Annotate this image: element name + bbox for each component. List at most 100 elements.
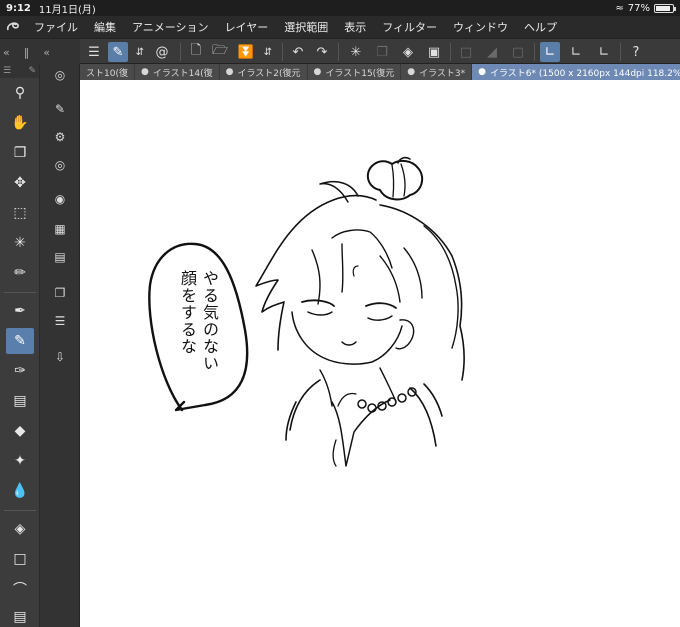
eyedropper-icon[interactable]: ✏	[6, 260, 34, 286]
menu-file[interactable]: ファイル	[26, 19, 86, 35]
pen-settings-icon[interactable]: ⚙	[49, 126, 71, 148]
menu-help[interactable]: ヘルプ	[516, 19, 565, 35]
battery-fill	[656, 5, 670, 11]
document-tab[interactable]: ● イラスト2(復元	[220, 64, 308, 80]
status-date: 11月1日(月)	[38, 4, 96, 16]
move-icon[interactable]: ✥	[6, 170, 34, 196]
menu-edit[interactable]: 編集	[86, 19, 124, 35]
layer-icon[interactable]: ▢	[508, 42, 528, 62]
new-file-icon[interactable]: 🗋	[186, 42, 206, 62]
layers-icon[interactable]: ☰	[49, 310, 71, 332]
panel-grip-icon[interactable]: ‖	[21, 46, 33, 59]
save-icon[interactable]: ⏬	[236, 42, 256, 62]
brush-ruler-icon[interactable]: ∟	[566, 42, 586, 62]
menu-layer[interactable]: レイヤー	[217, 19, 277, 35]
fill-bucket-icon[interactable]: ◈	[6, 516, 34, 542]
menu-selection[interactable]: 選択範囲	[276, 19, 336, 35]
up-down-arrows-icon[interactable]: ⇵	[258, 42, 278, 62]
quick-access-icon[interactable]: ✎	[108, 42, 128, 62]
collapse-left-icon[interactable]: «	[0, 46, 13, 59]
brush-icon[interactable]: ✑	[6, 358, 34, 384]
toolbar-divider	[534, 43, 535, 61]
fill-icon[interactable]: ◈	[398, 42, 418, 62]
loading-icon[interactable]: ✳	[346, 42, 366, 62]
toolbar-divider	[180, 43, 181, 61]
menu-filter[interactable]: フィルター	[374, 19, 445, 35]
curve-icon[interactable]: ⌒	[6, 576, 34, 602]
open-folder-icon[interactable]: 🗁	[210, 42, 230, 62]
hand-icon[interactable]: ✋	[6, 110, 34, 136]
tool-palette: ☰ ✎ ⚲ ✋ ❐ ✥ ⬚ ✳ ✏ ✒ ✎ ✑ ▤ ◆ ✦ 💧 ◈ □ ⌒ ▤	[0, 64, 40, 627]
airbrush-icon[interactable]: ▤	[6, 388, 34, 414]
menu-animation[interactable]: アニメーション	[124, 19, 217, 35]
help-icon[interactable]: ?	[626, 42, 646, 62]
app-logo-icon[interactable]	[0, 16, 26, 38]
pen-layer-icon[interactable]: ✎	[49, 98, 71, 120]
cloak	[285, 379, 321, 441]
ruler-icon[interactable]: ▤	[6, 604, 34, 627]
wifi-icon: ≈	[615, 2, 624, 14]
up-down-arrows-icon[interactable]: ⇵	[130, 42, 150, 62]
pencil-icon[interactable]: ✎	[6, 328, 34, 354]
tab-label: イラスト3*	[419, 68, 466, 79]
ruler-active-icon[interactable]: ∟	[540, 42, 560, 62]
blend-icon[interactable]: 💧	[6, 478, 34, 504]
sketch-drawing	[148, 156, 465, 467]
speech-line: 顔をするな	[178, 270, 197, 355]
document-tab[interactable]: ● イラスト15(復元	[308, 64, 402, 80]
tab-label: イラスト14(復	[152, 68, 213, 79]
magic-wand-icon[interactable]: ✳	[6, 230, 34, 256]
document-tab[interactable]: ● イラスト3*	[401, 64, 473, 80]
tab-dot-icon: ●	[140, 67, 149, 77]
undo-icon[interactable]: ↶	[288, 42, 308, 62]
toolbar-divider	[620, 43, 621, 61]
target-icon[interactable]: ◎	[49, 64, 71, 86]
document-tab-active[interactable]: ● イラスト6* (1500 x 2160px 144dpi 118.2%)	[472, 64, 680, 80]
pen-icon[interactable]: ✒	[6, 298, 34, 324]
face-outline	[291, 311, 403, 365]
color-set-icon[interactable]: ▦	[49, 218, 71, 240]
command-bar: « ‖ « ☰ ✎ ⇵ @ 🗋 🗁 ⏬ ⇵ ↶ ↷ ✳ ❐ ◈ ▣ □ ◢ ▢ …	[0, 38, 680, 65]
material-icon[interactable]: ❐	[49, 282, 71, 304]
menu-view[interactable]: 表示	[336, 19, 374, 35]
battery-icon	[654, 3, 676, 13]
pumpkin-ornament	[366, 159, 424, 201]
crop-icon[interactable]: ▣	[424, 42, 444, 62]
pen-target-icon[interactable]: ◎	[49, 154, 71, 176]
eraser-icon[interactable]: ◆	[6, 418, 34, 444]
panel-controls: « ‖ «	[0, 39, 80, 65]
menu-icon[interactable]: ☰	[84, 42, 104, 62]
toolbar-divider	[282, 43, 283, 61]
battery-percent: 77%	[627, 2, 650, 14]
zoom-icon[interactable]: ⚲	[6, 80, 34, 106]
shape-icon[interactable]: □	[6, 546, 34, 572]
selection-icon[interactable]: ⬚	[6, 200, 34, 226]
transform-icon[interactable]: □	[456, 42, 476, 62]
drawing-canvas[interactable]: やる気のない 顔をするな	[80, 80, 680, 627]
status-time: 9:12	[6, 2, 31, 14]
document-tab[interactable]: スト10(復	[80, 64, 135, 80]
angle-ruler-icon[interactable]: ∟	[594, 42, 614, 62]
palette-menu-icon[interactable]: ☰	[3, 66, 11, 76]
import-icon[interactable]: ⇩	[49, 346, 71, 368]
pen-indicator-icon: ✎	[28, 66, 36, 76]
sparkle-icon[interactable]: ✦	[6, 448, 34, 474]
bead-necklace	[357, 387, 417, 413]
collapse-right-icon[interactable]: «	[40, 46, 53, 59]
sub-tool-palette: ◎ ✎ ⚙ ◎ ◉ ▦ ▤ ❐ ☰ ⇩	[40, 64, 80, 627]
gradient-icon[interactable]: ◢	[482, 42, 502, 62]
spiral-icon[interactable]: @	[152, 42, 172, 62]
object-icon[interactable]: ❐	[6, 140, 34, 166]
document-tab[interactable]: ● イラスト14(復	[135, 64, 220, 80]
tab-dot-icon: ●	[407, 67, 416, 77]
tab-dot-icon: ●	[313, 67, 322, 77]
copy-icon[interactable]: ❐	[372, 42, 392, 62]
color-wheel-icon[interactable]: ◉	[49, 188, 71, 210]
redo-icon[interactable]: ↷	[312, 42, 332, 62]
status-bar: 9:12 11月1日(月) ≈ 77%	[0, 0, 680, 16]
hair-outline	[255, 194, 377, 351]
speech-line: やる気のない	[200, 270, 219, 372]
menu-window[interactable]: ウィンドウ	[445, 19, 516, 35]
filmstrip-icon[interactable]: ▤	[49, 246, 71, 268]
toolbar-divider	[450, 43, 451, 61]
